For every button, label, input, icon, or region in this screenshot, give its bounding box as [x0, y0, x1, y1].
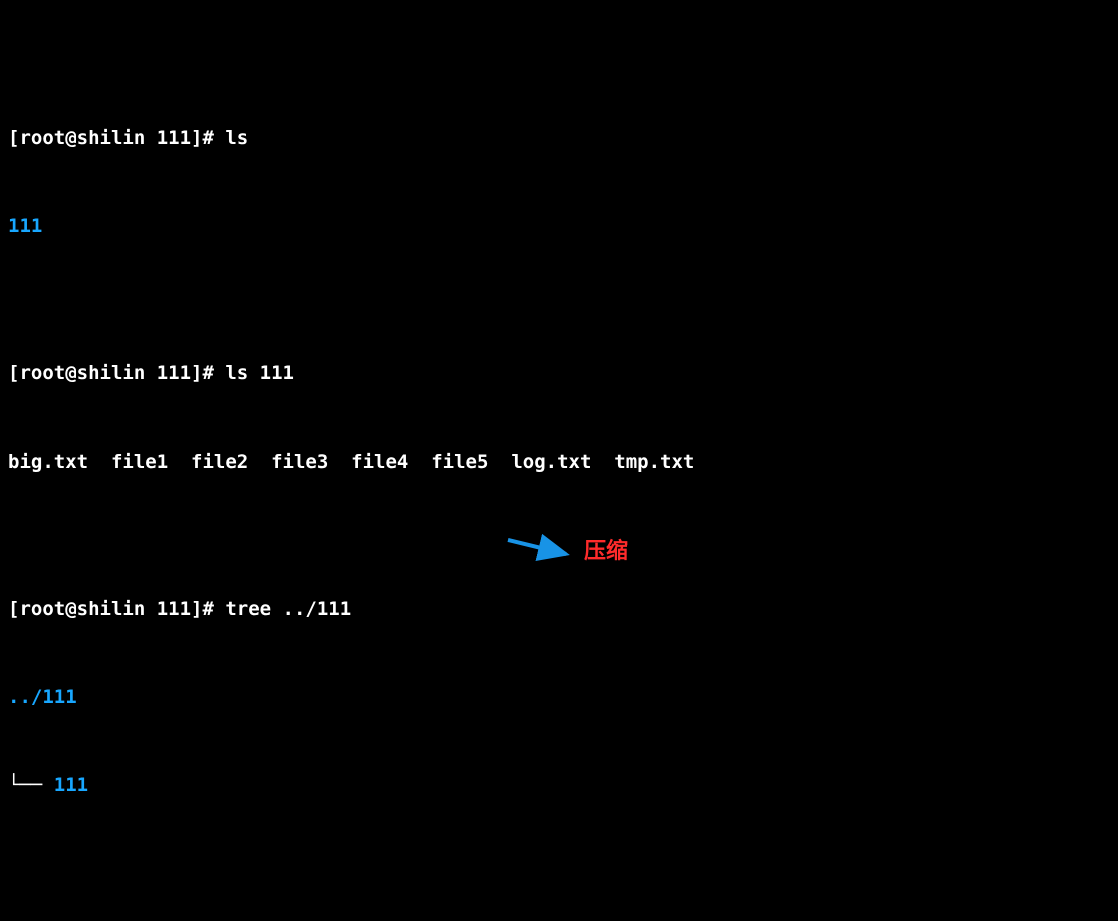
prompt: [root@shilin 111]# [8, 362, 225, 384]
ls111-output: big.txt file1 file2 file3 file4 file5 lo… [8, 448, 1114, 477]
command-tree: tree ../111 [225, 598, 351, 620]
ls1-output-dir: 111 [8, 212, 1114, 241]
tree-connector: └── [8, 774, 54, 796]
prompt: [root@shilin 111]# [8, 598, 225, 620]
annotation-compress: 压缩 [584, 534, 628, 568]
prompt: [root@shilin 111]# [8, 127, 225, 149]
prompt-line: [root@shilin 111]# ls [8, 124, 1114, 153]
prompt-line: [root@shilin 111]# tree ../111 [8, 595, 1114, 624]
annotation-layer: 压缩 [0, 0, 46, 118]
prompt-line: [root@shilin 111]# ls 111 [8, 359, 1114, 388]
arrow-icon [506, 534, 586, 564]
tree-branch-dir: └── 111 [8, 771, 1114, 800]
tree-dir: 111 [54, 774, 88, 796]
command-ls111: ls 111 [225, 362, 294, 384]
tree-root: ../111 [8, 683, 1114, 712]
command-ls1: ls [225, 127, 248, 149]
terminal-window[interactable]: [root@shilin 111]# ls 111 [root@shilin 1… [0, 0, 1118, 921]
